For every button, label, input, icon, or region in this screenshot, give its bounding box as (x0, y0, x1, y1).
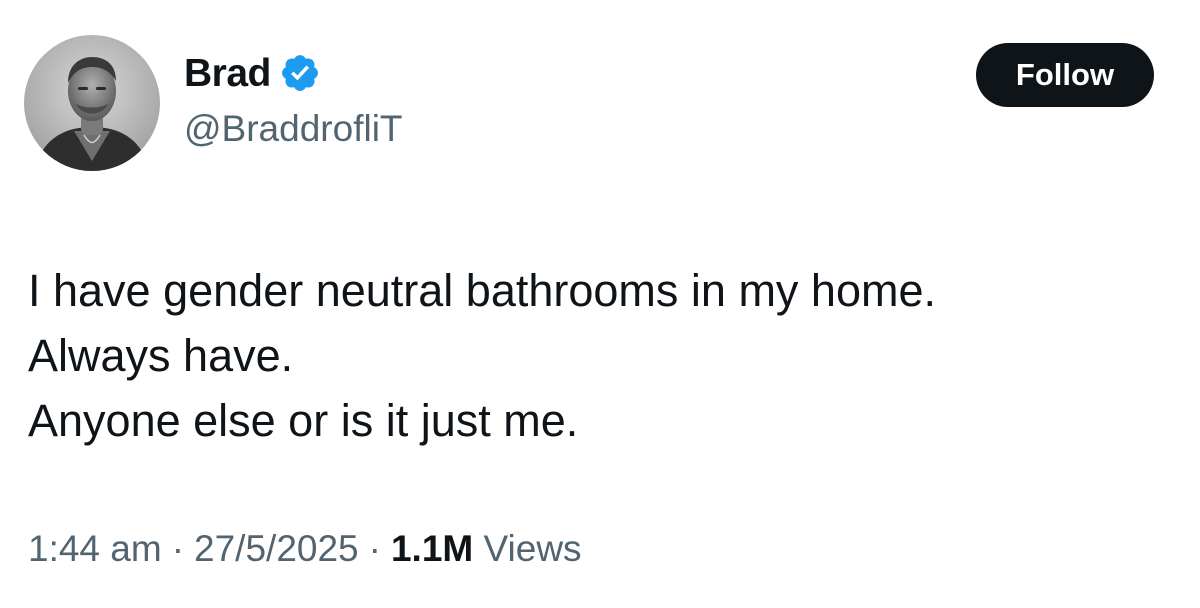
author-name-row[interactable]: Brad (184, 48, 321, 98)
meta-separator: · (368, 528, 381, 569)
verified-badge-icon[interactable] (279, 52, 321, 94)
author-handle[interactable]: @BraddrofliT (184, 110, 403, 147)
views-count: 1.1M (390, 528, 474, 569)
avatar-photo (24, 35, 160, 171)
avatar[interactable] (24, 35, 160, 171)
tweet-text: I have gender neutral bathrooms in my ho… (28, 258, 1168, 453)
tweet-text-line: I have gender neutral bathrooms in my ho… (28, 265, 936, 316)
meta-separator: · (171, 528, 185, 569)
tweet-text-line: Always have. (28, 330, 294, 381)
tweet-card: Brad @BraddrofliT Follow I have gender n… (0, 0, 1200, 608)
tweet-date[interactable]: 27/5/2025 (194, 528, 359, 569)
follow-button[interactable]: Follow (976, 43, 1154, 107)
views-label: Views (483, 528, 582, 569)
display-name[interactable]: Brad (184, 54, 271, 93)
tweet-text-line: Anyone else or is it just me. (28, 395, 579, 446)
tweet-meta: 1:44 am · 27/5/2025 · 1.1M Views (28, 530, 582, 567)
tweet-time[interactable]: 1:44 am (28, 528, 162, 569)
